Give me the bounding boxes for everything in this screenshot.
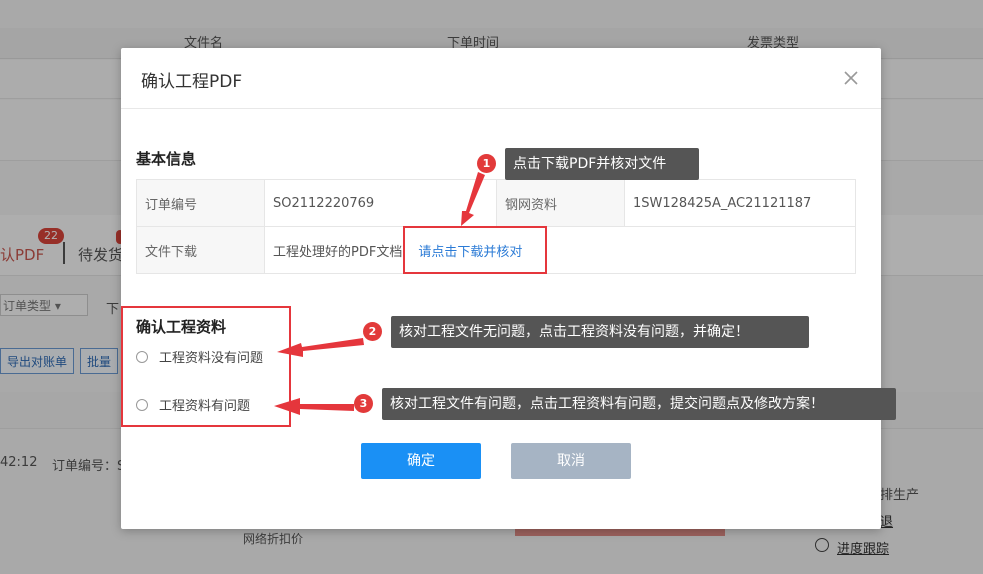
stencil-data-label: 钢网资料 bbox=[496, 179, 625, 227]
order-number-label: 订单编号 bbox=[136, 179, 265, 227]
highlight-confirm-section bbox=[121, 306, 291, 427]
order-number-value: SO2112220769 bbox=[264, 179, 497, 227]
annotation-number-2: 2 bbox=[363, 322, 382, 341]
confirm-button[interactable]: 确定 bbox=[361, 443, 481, 479]
confirm-pdf-modal: 确认工程PDF 基本信息 订单编号 SO2112220769 钢网资料 1SW1… bbox=[121, 48, 881, 529]
annotation-tooltip-2: 核对工程文件无问题，点击工程资料没有问题，并确定！ bbox=[391, 316, 809, 348]
annotation-tooltip-1: 点击下载PDF并核对文件 bbox=[505, 148, 699, 180]
cancel-button[interactable]: 取消 bbox=[511, 443, 631, 479]
close-icon[interactable] bbox=[839, 66, 863, 90]
annotation-number-1: 1 bbox=[477, 154, 496, 173]
annotation-tooltip-3: 核对工程文件有问题，点击工程资料有问题，提交问题点及修改方案！ bbox=[382, 388, 896, 420]
highlight-download-link bbox=[403, 226, 547, 274]
file-download-label: 文件下载 bbox=[136, 226, 265, 274]
table-row: 订单编号 SO2112220769 钢网资料 1SW128425A_AC2112… bbox=[136, 179, 856, 227]
modal-divider bbox=[121, 108, 881, 109]
file-download-cell: 工程处理好的PDF文档 请点击下载并核对 bbox=[264, 226, 856, 274]
annotation-number-3: 3 bbox=[354, 394, 373, 413]
modal-title: 确认工程PDF bbox=[141, 72, 243, 92]
basic-info-title: 基本信息 bbox=[136, 150, 197, 168]
pdf-document-text: 工程处理好的PDF文档 bbox=[273, 244, 403, 260]
stencil-data-value: 1SW128425A_AC21121187 bbox=[624, 179, 856, 227]
